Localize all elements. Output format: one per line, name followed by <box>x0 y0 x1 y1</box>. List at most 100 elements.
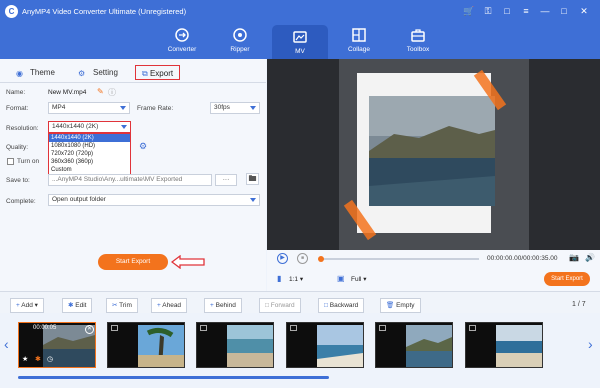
resolution-option[interactable]: 1080x1080 (HD) <box>49 142 130 150</box>
image-tag-icon <box>290 325 297 331</box>
timeline-clip[interactable]: 00:00:05 ✕ ★ ✱ ◷ <box>18 322 96 368</box>
close-icon[interactable]: ✕ <box>578 5 590 17</box>
volume-icon[interactable]: 🔊 <box>585 253 595 262</box>
backward-button[interactable]: □ Backward <box>318 298 365 313</box>
progress-track[interactable] <box>319 258 479 260</box>
cart-icon[interactable]: 🛒 <box>463 5 475 17</box>
plus-icon: + <box>16 302 20 309</box>
chevron-down-icon <box>120 106 126 110</box>
key-icon[interactable]: ⚿ <box>482 5 494 17</box>
aspect-ratio-icon: ▮ <box>277 274 282 283</box>
nav-collage[interactable]: Collage <box>331 23 387 59</box>
resolution-option[interactable]: 720x720 (720p) <box>49 150 130 158</box>
chevron-down-icon <box>250 198 256 202</box>
clip-effect-icon[interactable]: ✱ <box>35 355 41 363</box>
complete-label: Complete: <box>6 198 36 205</box>
display-mode-select[interactable]: Full ▾ <box>351 275 367 283</box>
maximize-icon[interactable]: □ <box>558 5 570 17</box>
resolution-select[interactable]: 1440x1440 (2K) <box>48 121 131 133</box>
remove-clip-icon[interactable]: ✕ <box>85 325 94 334</box>
tab-export[interactable]: ⧉ Export <box>135 65 181 80</box>
resolution-label: Resolution: <box>6 125 39 132</box>
nav-toolbox[interactable]: Toolbox <box>390 23 446 59</box>
framerate-label: Frame Rate: <box>137 105 174 112</box>
saveto-field[interactable]: ...AnyMP4 Studio\Any...ultimate\MV Expor… <box>48 174 212 186</box>
resolution-option[interactable]: Custom <box>49 166 130 174</box>
nav-ripper[interactable]: Ripper <box>212 23 268 59</box>
aspect-ratio-select[interactable]: 1:1 ▾ <box>289 275 303 283</box>
timeline-clip[interactable] <box>196 322 274 368</box>
app-logo-icon: C <box>5 5 18 18</box>
time-display: 00:00:00.00/00:00:35.00 <box>487 255 558 262</box>
chat-icon[interactable]: □ <box>501 5 513 17</box>
ahead-label: Ahead <box>162 302 182 309</box>
nav-converter[interactable]: Converter <box>154 23 210 59</box>
timeline-clip[interactable] <box>375 322 453 368</box>
tab-theme[interactable]: Theme <box>30 65 55 80</box>
forward-label: Forward <box>270 302 295 309</box>
start-export-button[interactable]: Start Export <box>98 254 168 270</box>
display-mode-value: Full <box>351 276 362 283</box>
ahead-button[interactable]: + Ahead <box>151 298 188 313</box>
menu-icon[interactable]: ≡ <box>520 5 532 17</box>
timeline-clip[interactable] <box>107 322 185 368</box>
progress-handle[interactable] <box>318 256 324 262</box>
video-preview <box>267 59 600 250</box>
edit-name-icon[interactable]: ✎ <box>97 87 104 96</box>
chevron-right-icon[interactable]: › <box>588 336 593 352</box>
browse-button[interactable]: ··· <box>215 174 237 186</box>
timeline-scrollbar[interactable] <box>18 376 329 379</box>
clip-thumbnail <box>317 325 363 367</box>
empty-button[interactable]: 🗑 Empty <box>380 298 421 313</box>
image-tag-icon <box>200 325 207 331</box>
turn-on-checkbox[interactable] <box>7 158 14 165</box>
ripper-icon <box>233 28 247 42</box>
arrow-left-icon <box>171 255 205 269</box>
timeline-clip[interactable] <box>465 322 543 368</box>
behind-label: Behind <box>215 302 236 309</box>
play-icon[interactable]: ▶ <box>277 253 288 264</box>
snapshot-icon[interactable]: 📷 <box>569 253 579 262</box>
clip-duration: 00:00:05 <box>33 325 57 331</box>
clip-time-icon[interactable]: ◷ <box>47 355 53 363</box>
add-button[interactable]: + Add ▾ <box>10 298 44 313</box>
chevron-down-icon <box>250 106 256 110</box>
title-bar: C AnyMP4 Video Converter Ultimate (Unreg… <box>0 0 600 23</box>
framerate-value: 30fps <box>214 104 230 111</box>
player-start-export-button[interactable]: Start Export <box>544 272 590 286</box>
resolution-dropdown-list: 1440x1440 (2K) 1080x1080 (HD) 720x720 (7… <box>48 133 131 179</box>
edit-button[interactable]: ✱ Edit <box>62 298 93 313</box>
name-label: Name: <box>6 89 26 96</box>
chevron-left-icon[interactable]: ‹ <box>4 336 9 352</box>
complete-select[interactable]: Open output folder <box>48 194 260 206</box>
framerate-select[interactable]: 30fps <box>210 102 260 114</box>
nav-label: Ripper <box>230 46 250 53</box>
clip-edit-icon[interactable]: ★ <box>22 355 28 363</box>
scissors-icon: ✂ <box>112 302 118 309</box>
trim-button[interactable]: ✂ Trim <box>106 298 138 313</box>
nav-mv[interactable]: MV <box>272 25 328 59</box>
backward-icon: □ <box>324 302 328 309</box>
trash-icon: 🗑 <box>386 302 395 309</box>
backward-label: Backward <box>329 302 359 309</box>
nav-label: Toolbox <box>406 46 430 53</box>
stop-icon[interactable]: ■ <box>297 253 308 264</box>
behind-button[interactable]: + Behind <box>204 298 242 313</box>
monitor-icon: ▣ <box>337 274 345 283</box>
resolution-option[interactable]: 1440x1440 (2K) <box>49 134 130 142</box>
forward-button[interactable]: □ Forward <box>259 298 301 313</box>
open-folder-icon[interactable]: 🖿 <box>246 173 259 185</box>
format-select[interactable]: MP4 <box>48 102 130 114</box>
resolution-option[interactable]: 360x360 (360p) <box>49 158 130 166</box>
image-tag-icon <box>111 325 118 331</box>
tab-setting[interactable]: Setting <box>93 65 118 80</box>
resolution-value: 1440x1440 (2K) <box>52 123 99 130</box>
quality-label: Quality: <box>6 144 29 151</box>
mv-icon <box>293 31 307 43</box>
converter-icon <box>175 28 189 42</box>
quality-settings-icon[interactable]: ⚙ <box>139 141 147 152</box>
forward-icon: □ <box>265 302 269 309</box>
minimize-icon[interactable]: — <box>539 5 551 17</box>
timeline-clip[interactable] <box>286 322 364 368</box>
info-icon: ⓘ <box>108 88 116 97</box>
